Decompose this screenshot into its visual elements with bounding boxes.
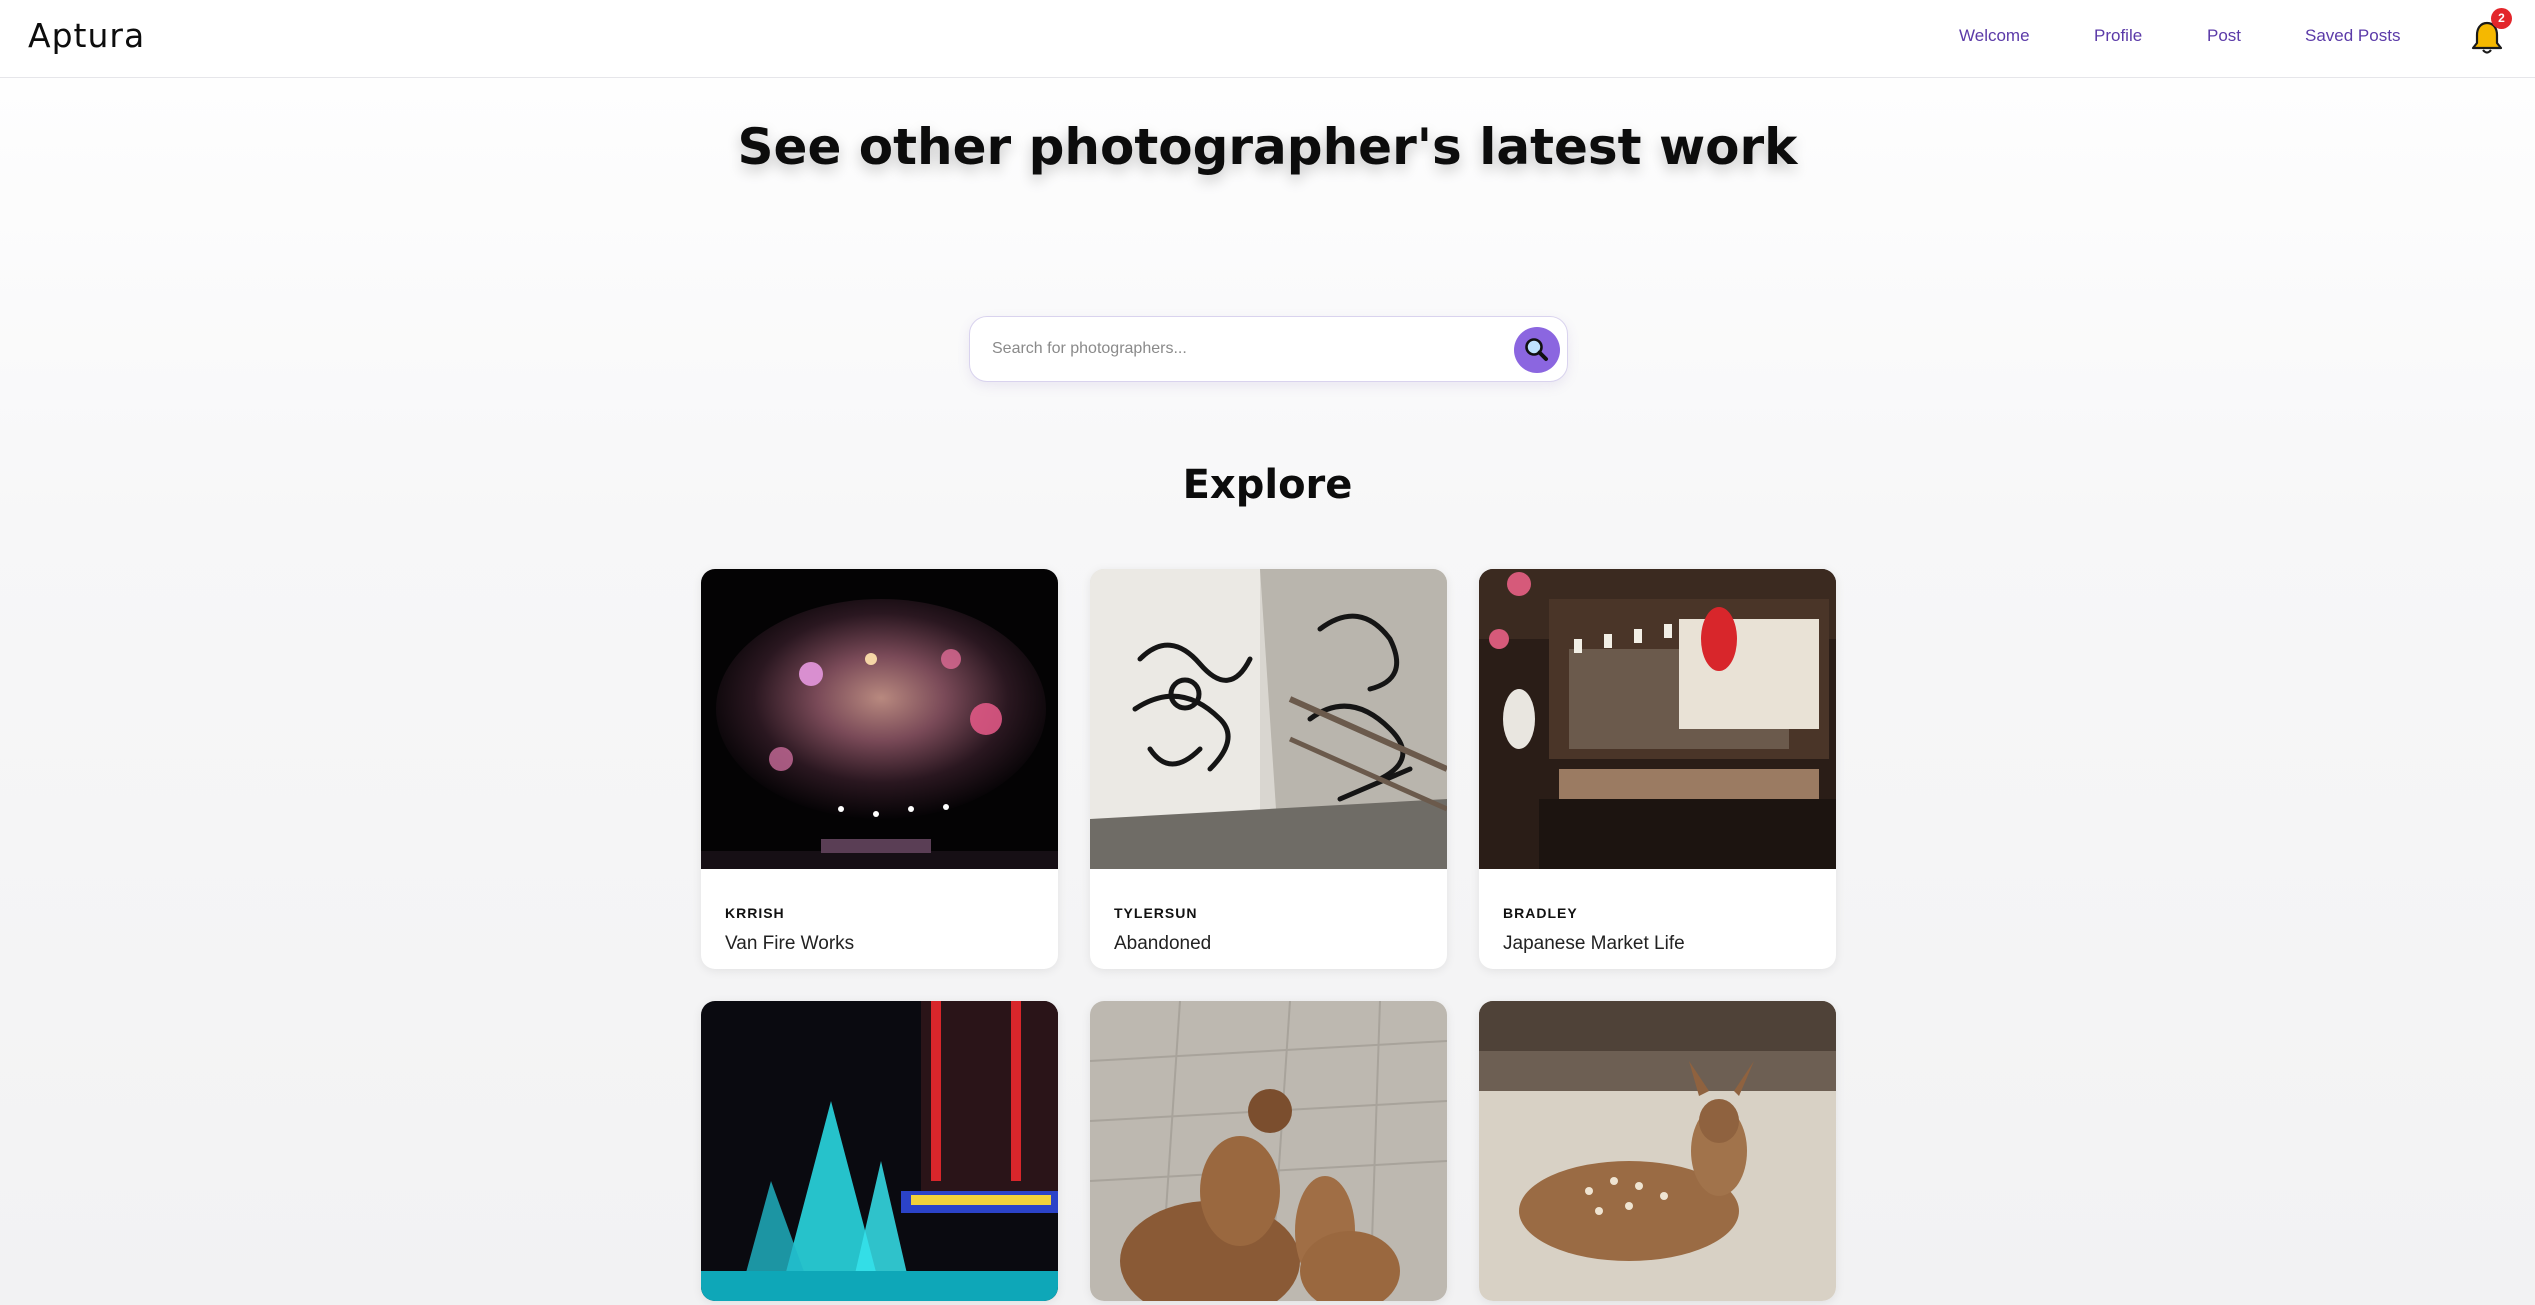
- card-title: Japanese Market Life: [1503, 933, 1685, 954]
- nav-welcome[interactable]: Welcome: [1959, 26, 2030, 46]
- top-navbar: Aptura Welcome Profile Post Saved Posts …: [0, 0, 2535, 78]
- explore-heading: Explore: [1182, 462, 1353, 508]
- card-title: Abandoned: [1114, 933, 1212, 954]
- post-card[interactable]: KRRISH Van Fire Works: [701, 569, 1058, 969]
- fountain-photo: [701, 1001, 1058, 1301]
- card-author[interactable]: KRRISH: [725, 905, 1034, 921]
- app-logo[interactable]: Aptura: [28, 16, 145, 55]
- deer-pair-photo: [1090, 1001, 1447, 1301]
- nav-saved-posts[interactable]: Saved Posts: [2305, 26, 2400, 46]
- notification-badge: 2: [2491, 8, 2512, 29]
- card-title: Van Fire Works: [725, 933, 855, 954]
- post-card[interactable]: [701, 1001, 1058, 1301]
- post-card[interactable]: TYLERSUN Abandoned: [1090, 569, 1447, 969]
- resting-deer-photo: [1479, 1001, 1836, 1301]
- graffiti-photo: [1090, 569, 1447, 869]
- page-title: See other photographer's latest work: [737, 118, 1798, 176]
- fireworks-photo: [701, 569, 1058, 869]
- post-card[interactable]: BRADLEY Japanese Market Life: [1479, 569, 1836, 969]
- card-author[interactable]: TYLERSUN: [1114, 905, 1423, 921]
- post-card[interactable]: [1479, 1001, 1836, 1301]
- card-author[interactable]: BRADLEY: [1503, 905, 1812, 921]
- post-card[interactable]: [1090, 1001, 1447, 1301]
- search-bar: [969, 316, 1568, 382]
- nav-profile[interactable]: Profile: [2094, 26, 2142, 46]
- search-input[interactable]: [992, 334, 1472, 364]
- nav-post[interactable]: Post: [2207, 26, 2241, 46]
- search-icon: [1525, 338, 1548, 361]
- search-button[interactable]: [1514, 327, 1560, 373]
- market-photo: [1479, 569, 1836, 869]
